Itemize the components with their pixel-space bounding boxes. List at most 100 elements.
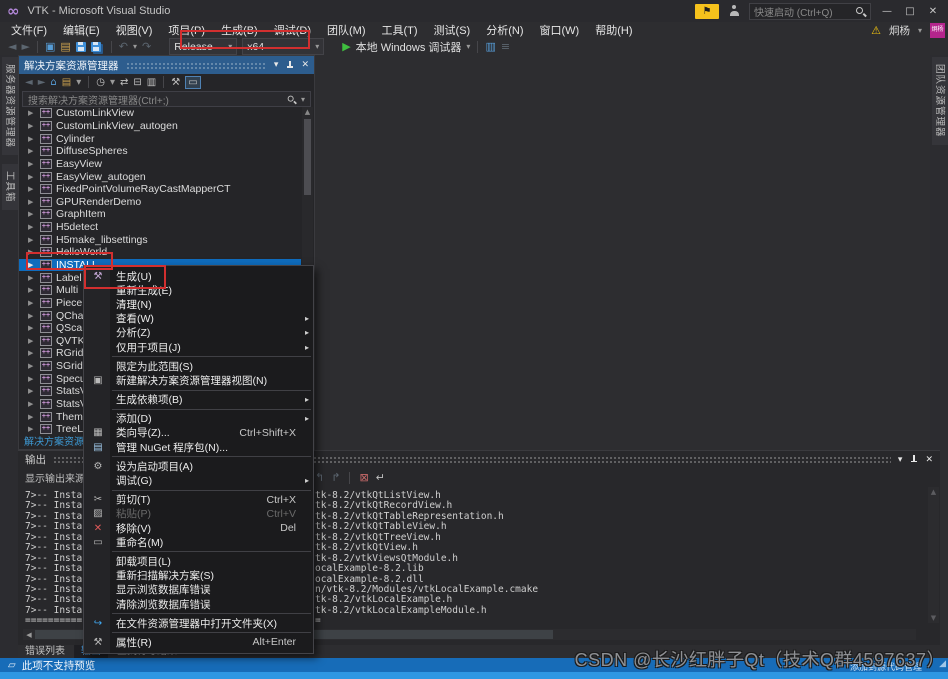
menu-item-set-as-startup-project[interactable]: ⚙设为启动项目(A) xyxy=(84,459,313,473)
minimize-button[interactable]: — xyxy=(880,6,894,17)
scroll-down-icon[interactable]: ▼ xyxy=(928,614,939,622)
menu-item-view[interactable]: 查看(W)▸ xyxy=(84,312,313,326)
open-file-icon[interactable]: ▤ xyxy=(60,39,70,54)
close-icon[interactable]: ✕ xyxy=(925,455,933,465)
menu-item-project-only[interactable]: 仅用于项目(J)▸ xyxy=(84,340,313,354)
undo-dropdown-icon[interactable]: ▾ xyxy=(133,39,137,54)
sync-with-active-icon[interactable]: ⇄ xyxy=(120,75,128,90)
word-wrap-icon[interactable]: ↵ xyxy=(376,470,385,485)
nav-forward-icon[interactable]: ► xyxy=(38,75,46,90)
nav-forward-icon[interactable]: ► xyxy=(21,39,29,54)
user-dropdown-icon[interactable]: ▾ xyxy=(918,26,922,35)
menubar-item-test[interactable]: 测试(S) xyxy=(426,22,479,38)
menu-item-open-folder-in-file-explorer[interactable]: ↪在文件资源管理器中打开文件夹(X) xyxy=(84,616,313,630)
window-position-icon[interactable]: ▾ xyxy=(274,60,279,70)
notifications-flag-icon[interactable]: ⚑ xyxy=(695,4,719,19)
scroll-left-icon[interactable]: ◀ xyxy=(23,631,35,639)
user-avatar[interactable]: 炯杨 xyxy=(930,23,945,38)
columns-icon[interactable]: ▥ xyxy=(485,39,495,54)
menu-item-remove[interactable]: ✕移除(V)Del xyxy=(84,521,313,535)
bottom-tab-error-list[interactable]: 错误列表 xyxy=(18,645,72,658)
menubar-item-debug[interactable]: 调试(D) xyxy=(266,22,319,38)
previous-message-icon[interactable]: ↰ xyxy=(315,470,324,485)
menubar-item-edit[interactable]: 编辑(E) xyxy=(55,22,108,38)
run-icon[interactable]: ▶ xyxy=(342,39,350,54)
pin-icon[interactable] xyxy=(909,454,918,465)
feedback-person-icon[interactable] xyxy=(728,5,740,17)
tree-item-FixedPointVolumeRayCastMapperCT[interactable]: ▶++FixedPointVolumeRayCastMapperCT xyxy=(19,183,301,196)
menu-item-show-browse-database-errors[interactable]: 显示浏览数据库错误 xyxy=(84,583,313,597)
menu-item-analyze[interactable]: 分析(Z)▸ xyxy=(84,326,313,340)
switch-views-dropdown-icon[interactable]: ▾ xyxy=(76,75,81,90)
close-icon[interactable]: ✕ xyxy=(301,60,309,70)
menu-item-debug[interactable]: 调试(G)▸ xyxy=(84,473,313,487)
undo-icon[interactable]: ↶ xyxy=(119,39,128,54)
warning-icon[interactable]: ⚠ xyxy=(871,24,881,37)
quick-launch-input[interactable]: 快速启动 (Ctrl+Q) xyxy=(749,3,871,20)
menu-item-scope-to-this[interactable]: 限定为此范围(S) xyxy=(84,359,313,373)
menubar-item-analyze[interactable]: 分析(N) xyxy=(478,22,531,38)
pending-changes-icon[interactable]: ◷ xyxy=(96,75,105,90)
menubar-item-tools[interactable]: 工具(T) xyxy=(374,22,426,38)
platform-combo[interactable]: x64▾ xyxy=(242,38,324,55)
menu-item-build-dependencies[interactable]: 生成依赖项(B)▸ xyxy=(84,393,313,407)
nav-back-icon[interactable]: ◄ xyxy=(25,75,33,90)
menubar-item-help[interactable]: 帮助(H) xyxy=(587,22,640,38)
menu-item-class-wizard[interactable]: ▦类向导(Z)...Ctrl+Shift+X xyxy=(84,426,313,440)
solution-search-input[interactable]: 搜索解决方案资源管理器(Ctrl+;) ▾ xyxy=(22,91,311,107)
search-dropdown-icon[interactable]: ▾ xyxy=(301,95,305,104)
preview-selected-icon[interactable]: ▭ xyxy=(185,76,200,89)
scroll-up-icon[interactable]: ▲ xyxy=(302,108,313,116)
toolbar-overflow-icon[interactable]: ≡ xyxy=(501,39,510,54)
close-button[interactable]: ✕ xyxy=(926,6,940,17)
menubar-item-window[interactable]: 窗口(W) xyxy=(532,22,588,38)
home-icon[interactable]: ⌂ xyxy=(50,75,56,90)
menu-item-properties[interactable]: ⚒属性(R)Alt+Enter xyxy=(84,635,313,649)
editor-area[interactable] xyxy=(315,55,930,450)
menu-item-add[interactable]: 添加(D)▸ xyxy=(84,412,313,426)
menu-item-clear-browse-database-errors[interactable]: 清除浏览数据库错误 xyxy=(84,597,313,611)
scrollbar-thumb[interactable] xyxy=(304,119,311,195)
tree-item-H5make_libsettings[interactable]: ▶++H5make_libsettings xyxy=(19,233,301,246)
tree-item-GraphItem[interactable]: ▶++GraphItem xyxy=(19,208,301,221)
nav-back-icon[interactable]: ◄ xyxy=(8,39,16,54)
redo-icon[interactable]: ↷ xyxy=(142,39,151,54)
menu-item-clean[interactable]: 清理(N) xyxy=(84,297,313,311)
menu-item-unload-project[interactable]: 卸载项目(L) xyxy=(84,554,313,568)
side-tab-team-explorer[interactable]: 团队资源管理器 xyxy=(932,57,948,145)
menubar-item-team[interactable]: 团队(M) xyxy=(319,22,374,38)
tree-item-CustomLinkView_autogen[interactable]: ▶++CustomLinkView_autogen xyxy=(19,120,301,133)
collapse-all-icon[interactable]: ⊟ xyxy=(133,75,141,90)
debugger-dropdown-icon[interactable]: ▾ xyxy=(466,39,470,54)
maximize-button[interactable]: □ xyxy=(903,6,917,17)
user-name[interactable]: 炯杨 xyxy=(889,23,910,38)
menu-item-new-solution-explorer-view[interactable]: ▣新建解决方案资源管理器视图(N) xyxy=(84,373,313,387)
output-vertical-scrollbar[interactable]: ▲ ▼ xyxy=(928,487,939,623)
show-all-files-icon[interactable]: ▥ xyxy=(147,75,156,90)
tree-item-GPURenderDemo[interactable]: ▶++GPURenderDemo xyxy=(19,195,301,208)
tree-item-DiffuseSpheres[interactable]: ▶++DiffuseSpheres xyxy=(19,145,301,158)
menu-item-build[interactable]: ⚒生成(U) xyxy=(84,269,313,283)
tree-item-EasyView[interactable]: ▶++EasyView xyxy=(19,158,301,171)
tree-item-HelloWorld[interactable]: ▶++HelloWorld xyxy=(19,246,301,259)
menubar-item-project[interactable]: 项目(P) xyxy=(160,22,213,38)
menu-item-rescan-solution[interactable]: 重新扫描解决方案(S) xyxy=(84,569,313,583)
tree-item-EasyView_autogen[interactable]: ▶++EasyView_autogen xyxy=(19,170,301,183)
tree-item-Cylinder[interactable]: ▶++Cylinder xyxy=(19,132,301,145)
solution-explorer-titlebar[interactable]: 解决方案资源管理器 ▾ ✕ xyxy=(19,56,314,74)
pending-dropdown-icon[interactable]: ▾ xyxy=(110,75,115,90)
save-icon[interactable] xyxy=(76,42,86,52)
scroll-up-icon[interactable]: ▲ xyxy=(928,488,939,496)
pin-icon[interactable] xyxy=(285,60,294,71)
window-position-icon[interactable]: ▾ xyxy=(898,455,903,465)
properties-icon[interactable]: ⚒ xyxy=(171,75,180,90)
menu-item-rebuild[interactable]: 重新生成(E) xyxy=(84,283,313,297)
debugger-label[interactable]: 本地 Windows 调试器 xyxy=(356,39,462,55)
menu-item-paste[interactable]: ▨粘贴(P)Ctrl+V xyxy=(84,507,313,521)
menu-item-cut[interactable]: ✂剪切(T)Ctrl+X xyxy=(84,493,313,507)
save-all-icon[interactable] xyxy=(91,42,101,52)
menubar-item-view[interactable]: 视图(V) xyxy=(108,22,161,38)
tree-item-H5detect[interactable]: ▶++H5detect xyxy=(19,221,301,234)
next-message-icon[interactable]: ↱ xyxy=(331,470,340,485)
menubar-item-build[interactable]: 生成(B) xyxy=(213,22,266,38)
